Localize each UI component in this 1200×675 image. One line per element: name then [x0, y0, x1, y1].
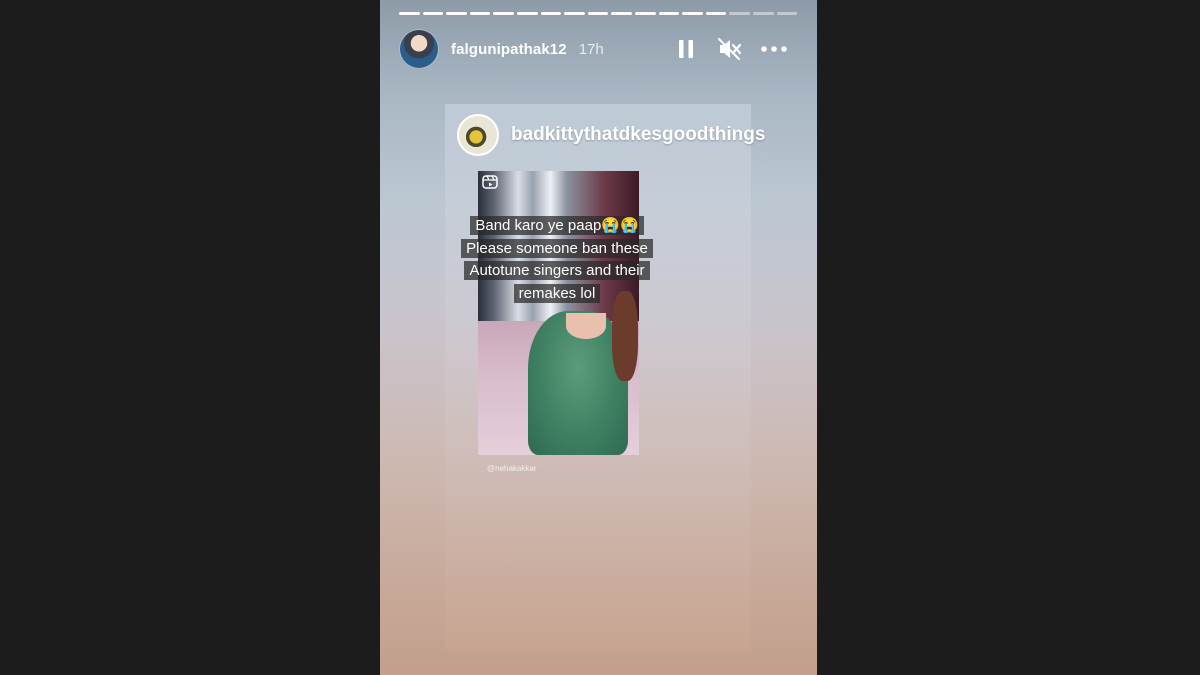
- story-timestamp: 17h: [578, 40, 604, 58]
- story-controls: [673, 36, 787, 62]
- progress-segment: [776, 12, 798, 15]
- reel-icon: [482, 175, 498, 189]
- reposted-post-header[interactable]: badkittythatdkesgoodthings: [457, 114, 812, 156]
- progress-segment: [493, 12, 514, 15]
- progress-segment: [564, 12, 585, 15]
- more-options-icon[interactable]: [761, 36, 787, 62]
- progress-segment: [399, 12, 420, 15]
- story-header: falgunipathak12 17h: [399, 28, 799, 70]
- progress-segment: [752, 12, 774, 15]
- reel-person-skin: [566, 313, 606, 339]
- progress-segment: [422, 12, 444, 15]
- user-avatar[interactable]: [399, 29, 439, 69]
- progress-segment: [611, 12, 632, 15]
- story-progress-bar: [399, 12, 798, 15]
- progress-segment: [634, 12, 656, 15]
- caption-line: Band karo ye paap😭😭: [470, 216, 644, 235]
- progress-segment: [587, 12, 609, 15]
- pause-icon[interactable]: [673, 36, 699, 62]
- progress-segment: [446, 12, 467, 15]
- progress-segment: [729, 12, 750, 15]
- reel-caption: Band karo ye paap😭😭 Please someone ban t…: [457, 215, 657, 305]
- muted-speaker-icon[interactable]: [717, 36, 743, 62]
- progress-segment: [540, 12, 562, 15]
- progress-segment: [682, 12, 703, 15]
- progress-segment: [516, 12, 538, 15]
- progress-segment: [705, 12, 727, 15]
- caption-line: Please someone ban these: [461, 238, 653, 258]
- story-username[interactable]: falgunipathak12: [451, 41, 567, 58]
- caption-line: remakes lol: [513, 283, 601, 303]
- progress-segment: [469, 12, 491, 15]
- mention-tag[interactable]: @nehakakkar: [487, 464, 536, 473]
- reposted-user-avatar[interactable]: [457, 114, 499, 156]
- caption-line: Autotune singers and their: [464, 261, 650, 280]
- reposted-username[interactable]: badkittythatdkesgoodthings: [511, 124, 765, 146]
- progress-segment: [658, 12, 680, 15]
- reel-thumbnail[interactable]: [478, 171, 639, 455]
